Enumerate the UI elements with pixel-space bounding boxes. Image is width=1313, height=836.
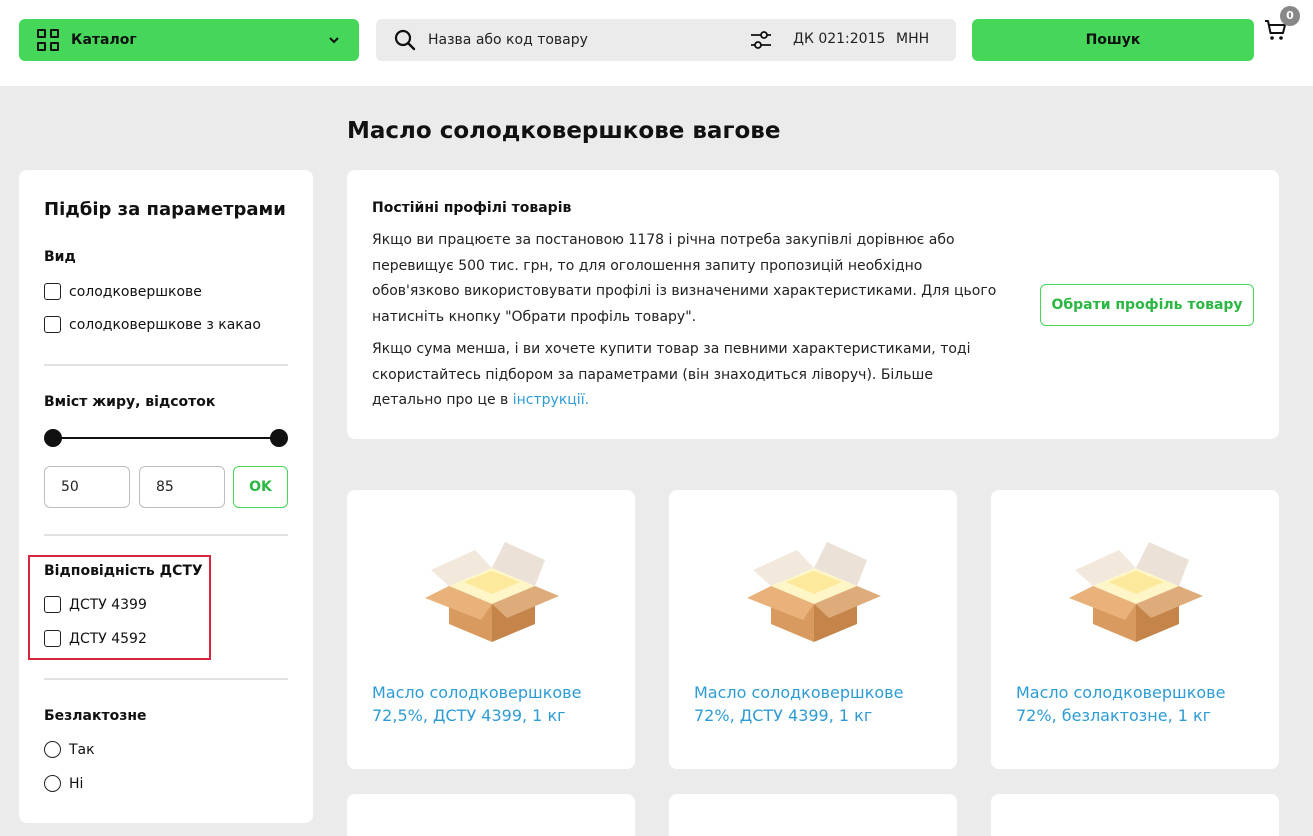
dk-filter-link[interactable]: ДК 021:2015: [793, 31, 885, 47]
radio-button[interactable]: [44, 741, 61, 758]
divider: [44, 534, 288, 536]
product-card[interactable]: [669, 794, 957, 836]
fat-min-input[interactable]: [44, 466, 130, 508]
fat-range-max-handle[interactable]: [270, 429, 288, 447]
fat-filter-title: Вміст жиру, відсоток: [44, 394, 216, 410]
info-paragraph-2-text: Якщо сума менша, і ви хочете купити това…: [372, 341, 971, 408]
fat-ok-button[interactable]: OK: [233, 466, 288, 508]
option-label: солодковершкове: [69, 283, 202, 300]
search-icon: [394, 29, 416, 51]
lactose-option-yes[interactable]: Так: [44, 741, 95, 758]
lactose-filter-title: Безлактозне: [44, 708, 147, 724]
chevron-down-icon: [329, 37, 339, 44]
sidebar-title: Підбір за параметрами: [44, 199, 286, 220]
grid-icon: [37, 29, 59, 51]
radio-button[interactable]: [44, 775, 61, 792]
divider: [44, 364, 288, 366]
info-paragraph-2: Якщо сума менша, і ви хочете купити това…: [372, 337, 1002, 414]
info-title: Постійні профілі товарів: [372, 200, 572, 216]
product-name[interactable]: Масло солодковершкове 72%, ДСТУ 4399, 1 …: [694, 681, 944, 727]
product-card[interactable]: Масло солодковершкове 72%, ДСТУ 4399, 1 …: [669, 490, 957, 769]
checkbox[interactable]: [44, 316, 61, 333]
search-button[interactable]: Пошук: [972, 19, 1254, 61]
catalog-label: Каталог: [71, 32, 137, 48]
catalog-button[interactable]: Каталог: [19, 19, 359, 61]
product-name[interactable]: Масло солодковершкове 72,5%, ДСТУ 4399, …: [372, 681, 622, 727]
product-card[interactable]: [347, 794, 635, 836]
filter-sidebar: Підбір за параметрами Вид солодковершков…: [19, 170, 313, 823]
header: Каталог ДК 021:2015 МНН Пошук 0: [0, 0, 1313, 86]
mnn-filter-link[interactable]: МНН: [896, 31, 929, 47]
product-card[interactable]: [991, 794, 1279, 836]
fat-range-min-handle[interactable]: [44, 429, 62, 447]
checkbox[interactable]: [44, 283, 61, 300]
product-card[interactable]: Масло солодковершкове 72,5%, ДСТУ 4399, …: [347, 490, 635, 769]
instructions-link[interactable]: інструкції.: [513, 392, 589, 408]
product-name[interactable]: Масло солодковершкове 72%, безлактозне, …: [1016, 681, 1266, 727]
kind-option-2[interactable]: солодковершкове з какао: [44, 316, 261, 333]
box-icon: [1069, 542, 1203, 642]
dstu-highlight-box: [28, 555, 211, 660]
box-icon: [747, 542, 881, 642]
info-paragraph-1: Якщо ви працюєте за постановою 1178 і рі…: [372, 232, 997, 325]
option-label: солодковершкове з какао: [69, 316, 261, 333]
filters-icon[interactable]: [750, 30, 772, 50]
cart-count-badge: 0: [1280, 6, 1300, 26]
lactose-option-no[interactable]: Ні: [44, 775, 83, 792]
option-label: Так: [69, 741, 95, 758]
kind-filter-title: Вид: [44, 249, 76, 265]
divider: [44, 678, 288, 680]
product-card[interactable]: Масло солодковершкове 72%, безлактозне, …: [991, 490, 1279, 769]
search-input[interactable]: [428, 32, 728, 48]
choose-profile-button[interactable]: Обрати профіль товару: [1040, 284, 1254, 326]
kind-option-1[interactable]: солодковершкове: [44, 283, 202, 300]
box-icon: [425, 542, 559, 642]
option-label: Ні: [69, 775, 84, 792]
page-title: Масло солодковершкове вагове: [347, 118, 781, 144]
search-box: ДК 021:2015 МНН: [376, 19, 956, 61]
fat-max-input[interactable]: [139, 466, 225, 508]
profiles-info-card: Постійні профілі товарів Якщо ви працюєт…: [347, 170, 1279, 439]
fat-range-track[interactable]: [53, 437, 279, 439]
